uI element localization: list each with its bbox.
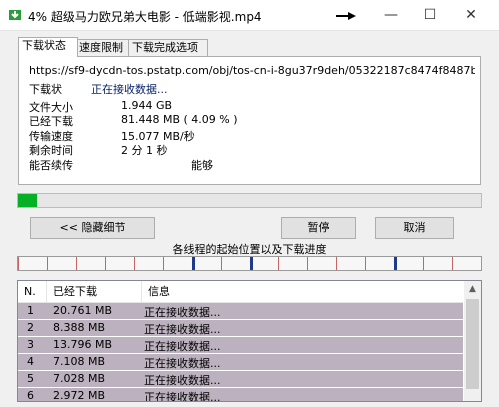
thread-start-marker (221, 257, 222, 270)
status-panel: https://sf9-dycdn-tos.pstatp.com/obj/tos… (18, 56, 481, 185)
close-button[interactable]: ✕ (462, 6, 480, 24)
thread-start-marker (278, 257, 279, 270)
row-number: 2 (27, 321, 34, 334)
row-downloaded: 20.761 MB (53, 304, 113, 317)
table-row[interactable]: 1 20.761 MB 正在接收数据... (18, 303, 463, 320)
table-row[interactable]: 2 8.388 MB 正在接收数据... (18, 320, 463, 337)
row-info: 正在接收数据... (144, 340, 221, 353)
thread-start-marker (18, 257, 19, 270)
window-title: 4% 超级马力欧兄弟大电影 - 低端影视.mp4 (28, 10, 262, 24)
remaining-row: 剩余时间 2 分 1 秒 (29, 142, 168, 158)
thread-start-marker (134, 257, 135, 270)
table-row[interactable]: 5 7.028 MB 正在接收数据... (18, 371, 463, 388)
row-info: 正在接收数据... (144, 323, 221, 336)
download-app-icon (9, 10, 21, 20)
title-bar: 4% 超级马力欧兄弟大电影 - 低端影视.mp4 — ☐ ✕ (0, 0, 499, 31)
hide-details-button[interactable]: << 隐藏细节 (30, 217, 155, 239)
list-header: N. 已经下载 信息 (18, 281, 463, 303)
row-number: 6 (27, 389, 34, 402)
table-row[interactable]: 3 13.796 MB 正在接收数据... (18, 337, 463, 354)
thread-start-marker (365, 257, 366, 270)
download-url: https://sf9-dycdn-tos.pstatp.com/obj/tos… (29, 64, 475, 77)
state-label: 下载状 (29, 83, 62, 96)
resume-value: 能够 (191, 159, 213, 172)
downloaded-label: 已经下载 (29, 115, 73, 128)
downloaded-row: 已经下载 81.448 MB ( 4.09 % ) (29, 113, 238, 129)
resume-row: 能否续传 能够 (29, 157, 213, 173)
thread-start-marker (47, 257, 48, 270)
row-number: 3 (27, 338, 34, 351)
row-number: 4 (27, 355, 34, 368)
thread-start-marker (394, 257, 397, 270)
table-row[interactable]: 6 2.972 MB 正在接收数据... (18, 388, 463, 402)
downloaded-value: 81.448 MB ( 4.09 % ) (121, 113, 238, 126)
file-size-value: 1.944 GB (121, 99, 173, 112)
thread-progress-bar (17, 256, 482, 271)
row-downloaded: 7.108 MB (53, 355, 106, 368)
thread-start-marker (336, 257, 337, 270)
row-number: 1 (27, 304, 34, 317)
scroll-up-arrow-icon[interactable]: ▲ (464, 281, 481, 298)
row-downloaded: 2.972 MB (53, 389, 106, 402)
threads-caption: 各线程的起始位置以及下载进度 (172, 243, 327, 256)
row-info: 正在接收数据... (144, 374, 221, 387)
tab-download-status[interactable]: 下载状态 (18, 37, 78, 57)
thread-start-marker (307, 257, 308, 270)
row-downloaded: 7.028 MB (53, 372, 106, 385)
state-value: 正在接收数据... (91, 83, 168, 96)
scroll-thumb[interactable] (466, 299, 479, 389)
arrow-right-icon (336, 12, 356, 20)
thread-start-marker (192, 257, 195, 270)
list-scrollbar[interactable]: ▲ (464, 281, 481, 401)
thread-list[interactable]: N. 已经下载 信息 1 20.761 MB 正在接收数据... 2 8.388… (17, 280, 482, 402)
list-rows: 1 20.761 MB 正在接收数据... 2 8.388 MB 正在接收数据.… (18, 303, 463, 402)
thread-start-marker (76, 257, 77, 270)
thread-start-marker (163, 257, 164, 270)
column-header-info[interactable]: 信息 (142, 281, 448, 302)
row-downloaded: 13.796 MB (53, 338, 113, 351)
thread-start-marker (105, 257, 106, 270)
table-row[interactable]: 4 7.108 MB 正在接收数据... (18, 354, 463, 371)
thread-start-marker (452, 257, 453, 270)
thread-start-marker (423, 257, 424, 270)
column-header-no[interactable]: N. (18, 281, 47, 302)
remaining-value: 2 分 1 秒 (121, 144, 168, 157)
resume-label: 能否续传 (29, 159, 73, 172)
row-info: 正在接收数据... (144, 357, 221, 370)
cancel-button[interactable]: 取消 (375, 217, 454, 239)
tab-speed-limit[interactable]: 速度限制 (75, 39, 133, 56)
row-downloaded: 8.388 MB (53, 321, 106, 334)
minimize-button[interactable]: — (382, 6, 400, 24)
row-number: 5 (27, 372, 34, 385)
row-info: 正在接收数据... (144, 306, 221, 319)
pause-button[interactable]: 暂停 (281, 217, 356, 239)
tab-completion-options[interactable]: 下载完成选项 (128, 39, 208, 56)
row-info: 正在接收数据... (144, 391, 221, 402)
download-progress-bar (17, 193, 482, 208)
state-row: 下载状 正在接收数据... (29, 81, 168, 97)
maximize-button[interactable]: ☐ (421, 6, 439, 24)
remaining-label: 剩余时间 (29, 144, 73, 157)
column-header-downloaded[interactable]: 已经下载 (47, 281, 142, 302)
progress-fill (18, 194, 37, 207)
thread-start-marker (250, 257, 253, 270)
